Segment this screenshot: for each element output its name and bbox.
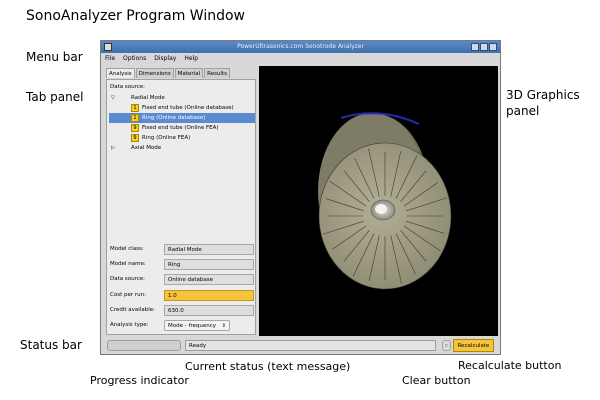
cost-badge-icon: 9	[131, 134, 139, 142]
cost-badge-icon: 1	[131, 114, 139, 122]
status-bar: Ready c Recalculate	[101, 337, 500, 355]
field-model-class: Model class: Radial Mode	[110, 244, 256, 255]
tree-node-ring-db[interactable]: 1 Ring (Online database)	[109, 113, 255, 123]
dropdown-arrow-icon: ⇕	[221, 323, 226, 329]
annotation-graphics-panel-line1: 3D Graphics	[506, 88, 580, 102]
tab-strip: Analysis Dimensions Material Results	[106, 68, 231, 79]
tab-panel: Analysis Dimensions Material Results Data s…	[106, 68, 256, 335]
data-source-heading: Data source:	[110, 84, 145, 90]
data-source-value: Online database	[164, 274, 254, 285]
expand-down-icon[interactable]: ▽	[111, 93, 115, 103]
tab-dimensions[interactable]: Dimensions	[135, 68, 174, 78]
tree-node-label: Radial Mode	[131, 95, 165, 101]
annotation-tab-panel: Tab panel	[26, 90, 84, 104]
field-label: Cost per run:	[110, 292, 146, 298]
field-analysis-type: Analysis type: Mode - frequency ⇕	[110, 320, 256, 331]
window-title: PowerUltrasonics.com Sonotrode Analyzer	[237, 43, 364, 50]
analysis-tab-page: Data source: ▽ Radial Mode 1 Fixed end t…	[106, 79, 256, 335]
cost-badge-icon: 1	[131, 104, 139, 112]
annotation-progress-indicator: Progress indicator	[90, 374, 189, 387]
field-model-name: Model name: Ring	[110, 259, 256, 270]
annotation-graphics-panel-line2: panel	[506, 104, 540, 118]
cost-per-run-value: 1.0	[164, 290, 254, 301]
field-label: Credit available:	[110, 307, 155, 313]
annotation-menu-bar: Menu bar	[26, 50, 83, 64]
credit-available-value: 630.0	[164, 305, 254, 316]
annotation-clear-button: Clear button	[402, 374, 471, 387]
maximize-icon[interactable]	[480, 43, 488, 51]
tree-node-label: Fixed end tube (Online FEA)	[142, 125, 219, 131]
tab-material[interactable]: Material	[174, 68, 204, 78]
tree-node-fixed-end-tube-fea[interactable]: 9 Fixed end tube (Online FEA)	[109, 123, 255, 133]
menu-display[interactable]: Display	[150, 53, 180, 65]
app-icon	[104, 43, 112, 51]
tree-node-ring-fea[interactable]: 9 Ring (Online FEA)	[109, 133, 255, 143]
status-message: Ready	[185, 340, 436, 351]
analysis-type-select[interactable]: Mode - frequency ⇕	[164, 320, 230, 331]
tree-node-label: Fixed end tube (Online database)	[142, 105, 234, 111]
cost-badge-icon: 9	[131, 124, 139, 132]
hole-highlight	[375, 204, 387, 214]
tree-node-radial-mode[interactable]: ▽ Radial Mode	[109, 93, 255, 103]
field-credit-available: Credit available: 630.0	[110, 305, 256, 316]
ring-3d-view	[318, 112, 452, 290]
progress-indicator	[107, 340, 181, 351]
field-cost-per-run: Cost per run: 1.0	[110, 290, 256, 301]
tree-node-axial-mode[interactable]: ▷ Axial Mode	[109, 143, 255, 153]
model-name-value: Ring	[164, 259, 254, 270]
recalculate-button[interactable]: Recalculate	[453, 339, 494, 352]
annotation-recalculate-button: Recalculate button	[458, 359, 562, 372]
3d-graphics-panel[interactable]	[259, 66, 498, 336]
menu-file[interactable]: File	[101, 53, 119, 65]
data-source-tree: ▽ Radial Mode 1 Fixed end tube (Online d…	[109, 93, 255, 153]
tab-analysis[interactable]: Analysis	[106, 68, 135, 78]
annotation-current-status: Current status (text message)	[185, 360, 351, 373]
tree-node-label: Ring (Online FEA)	[142, 135, 191, 141]
field-data-source: Data source: Online database	[110, 274, 256, 285]
field-label: Model class:	[110, 246, 144, 252]
field-label: Data source:	[110, 276, 145, 282]
model-class-value: Radial Mode	[164, 244, 254, 255]
field-label: Analysis type:	[110, 322, 149, 328]
clear-button[interactable]: c	[442, 340, 451, 351]
menu-bar: File Options Display Help	[101, 53, 500, 65]
expand-right-icon[interactable]: ▷	[111, 143, 115, 153]
field-label: Model name:	[110, 261, 146, 267]
title-bar: PowerUltrasonics.com Sonotrode Analyzer	[101, 41, 500, 53]
menu-options[interactable]: Options	[119, 53, 150, 65]
analysis-type-value: Mode - frequency	[168, 323, 217, 329]
tab-results[interactable]: Results	[204, 68, 230, 78]
tree-node-label: Ring (Online database)	[142, 115, 206, 121]
annotation-status-bar: Status bar	[20, 338, 82, 352]
tree-node-label: Axial Mode	[131, 145, 162, 151]
annotation-program-window: SonoAnalyzer Program Window	[26, 8, 245, 24]
close-icon[interactable]	[489, 43, 497, 51]
menu-help[interactable]: Help	[180, 53, 202, 65]
minimize-icon[interactable]	[471, 43, 479, 51]
tree-node-fixed-end-tube-db[interactable]: 1 Fixed end tube (Online database)	[109, 103, 255, 113]
program-window: PowerUltrasonics.com Sonotrode Analyzer …	[100, 40, 501, 355]
